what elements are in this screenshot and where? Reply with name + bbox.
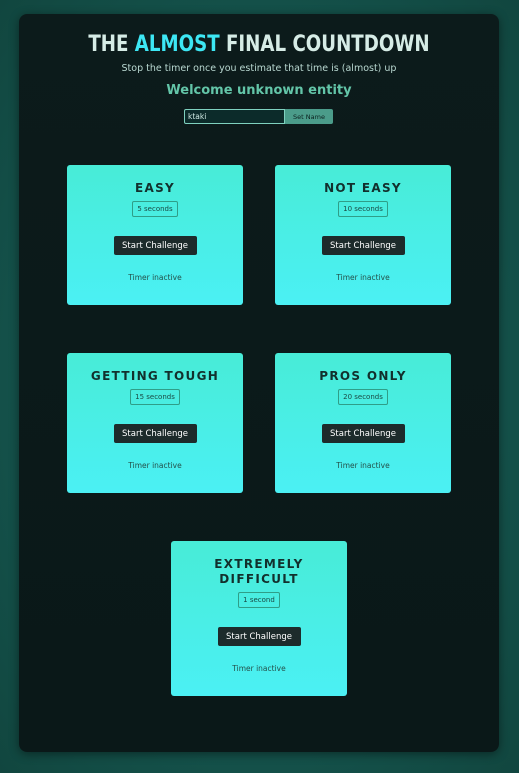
duration-badge: 10 seconds: [338, 201, 388, 217]
duration-badge: 15 seconds: [130, 389, 180, 405]
welcome-message: Welcome unknown entity: [166, 83, 352, 98]
main-panel: THE ALMOST FINAL COUNTDOWN Stop the time…: [19, 14, 499, 752]
subtitle: Stop the timer once you estimate that ti…: [121, 63, 397, 74]
challenge-title: GETTING TOUGH: [90, 369, 220, 383]
challenge-card-easy: EASY 5 seconds Start Challenge Timer ina…: [67, 165, 243, 305]
challenge-title: NOT EASY: [324, 181, 402, 195]
start-challenge-button[interactable]: Start Challenge: [113, 236, 197, 255]
set-name-button[interactable]: Set Name: [285, 109, 333, 124]
timer-status: Timer inactive: [336, 461, 390, 470]
challenge-card-pros-only: PROS ONLY 20 seconds Start Challenge Tim…: [275, 353, 451, 493]
challenge-title: EXTREMELY DIFFICULT: [214, 557, 304, 586]
title-prefix: THE: [88, 32, 135, 57]
duration-badge: 20 seconds: [338, 389, 388, 405]
challenge-card-getting-tough: GETTING TOUGH 15 seconds Start Challenge…: [67, 353, 243, 493]
name-form: Set Name: [184, 109, 333, 124]
challenge-title: EASY: [134, 181, 176, 195]
challenge-card-not-easy: NOT EASY 10 seconds Start Challenge Time…: [275, 165, 451, 305]
challenge-title: PROS ONLY: [319, 369, 407, 383]
timer-status: Timer inactive: [128, 273, 182, 282]
name-input[interactable]: [184, 109, 285, 124]
title-suffix: FINAL COUNTDOWN: [219, 32, 430, 57]
title-highlight: ALMOST: [134, 32, 220, 57]
start-challenge-button[interactable]: Start Challenge: [113, 424, 197, 443]
timer-status: Timer inactive: [232, 664, 286, 673]
start-challenge-button[interactable]: Start Challenge: [321, 424, 405, 443]
start-challenge-button[interactable]: Start Challenge: [321, 236, 405, 255]
duration-badge: 5 seconds: [132, 201, 178, 217]
page-title: THE ALMOST FINAL COUNTDOWN: [38, 32, 480, 57]
duration-badge: 1 second: [238, 592, 280, 608]
timer-status: Timer inactive: [336, 273, 390, 282]
start-challenge-button[interactable]: Start Challenge: [217, 627, 301, 646]
timer-status: Timer inactive: [128, 461, 182, 470]
challenge-card-extremely-difficult: EXTREMELY DIFFICULT 1 second Start Chall…: [171, 541, 347, 696]
